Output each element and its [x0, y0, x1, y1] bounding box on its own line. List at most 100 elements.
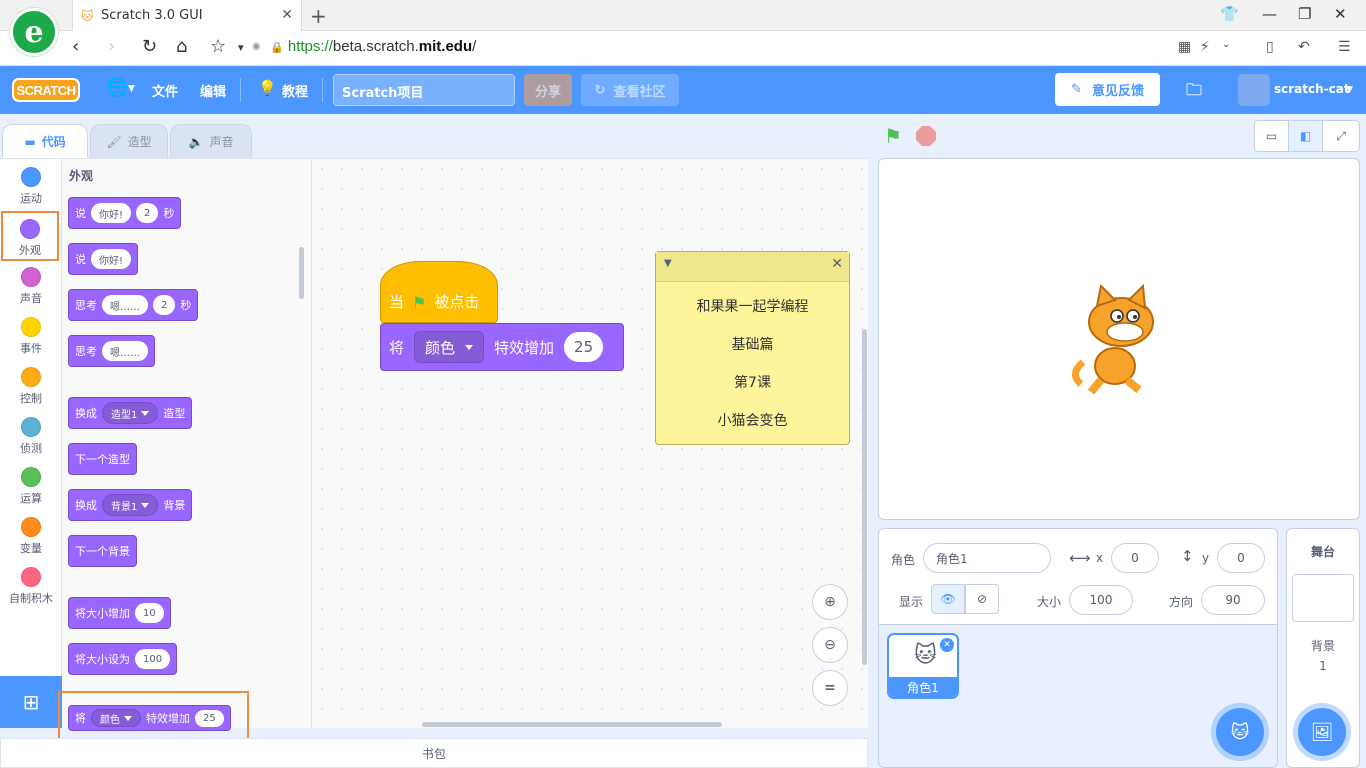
- stage-canvas[interactable]: [878, 158, 1360, 520]
- category-motion[interactable]: 运动: [0, 161, 62, 211]
- restore-icon[interactable]: ❐: [1298, 5, 1311, 23]
- comment-body[interactable]: 和果果一起学编程 基础篇 第7课 小猫会变色: [656, 282, 849, 440]
- sprite-name-input[interactable]: 角色1: [923, 543, 1051, 573]
- block-switch-backdrop[interactable]: 换成 背景1 背景: [68, 489, 193, 521]
- stop-icon[interactable]: [916, 126, 936, 146]
- file-menu[interactable]: 文件: [152, 81, 178, 100]
- block-think-for-secs[interactable]: 思考 嗯…… 2 秒: [68, 289, 199, 321]
- category-events[interactable]: 事件: [0, 311, 62, 361]
- category-looks[interactable]: 外观: [1, 211, 59, 261]
- mode-dropdown-icon[interactable]: ⌄: [1222, 39, 1230, 50]
- favorite-dropdown-icon[interactable]: ▾: [238, 41, 244, 54]
- category-my-blocks[interactable]: 自制积木: [0, 561, 62, 611]
- scratch-cat-sprite[interactable]: [1069, 284, 1169, 394]
- block-change-size[interactable]: 将大小增加 10: [68, 597, 171, 629]
- tutorials-menu[interactable]: 教程: [282, 81, 308, 100]
- my-stuff-folder-icon[interactable]: 🗀: [1186, 79, 1202, 106]
- fullscreen-icon[interactable]: ⤢: [1323, 121, 1359, 151]
- add-extension-button[interactable]: ⊞: [0, 676, 62, 728]
- back-icon[interactable]: ‹: [72, 36, 79, 57]
- small-stage-icon[interactable]: ▭: [1255, 121, 1289, 151]
- language-caret-icon[interactable]: ▼: [128, 84, 135, 94]
- browser-tab[interactable]: 🐱 Scratch 3.0 GUI ✕: [72, 0, 302, 31]
- zoom-in-button[interactable]: ⊕: [812, 584, 848, 620]
- edit-menu[interactable]: 编辑: [200, 81, 226, 100]
- when-flag-clicked-hat-block[interactable]: 当 ⚑ 被点击: [380, 261, 498, 323]
- choose-sprite-button[interactable]: 🐱: [1216, 708, 1264, 756]
- zoom-reset-button[interactable]: =: [812, 670, 848, 706]
- backdrop-dropdown[interactable]: 背景1: [102, 494, 159, 516]
- block-message-input[interactable]: 你好!: [91, 249, 132, 269]
- feedback-button[interactable]: ✎ 意见反馈: [1055, 73, 1160, 106]
- palette-scrollbar[interactable]: [299, 247, 304, 299]
- normal-stage-icon[interactable]: ◧: [1289, 121, 1323, 151]
- tab-costumes[interactable]: 🖌 造型: [90, 124, 168, 158]
- block-message-input[interactable]: 嗯……: [102, 295, 148, 315]
- block-next-backdrop[interactable]: 下一个背景: [68, 535, 137, 567]
- category-operators[interactable]: 运算: [0, 461, 62, 511]
- home-icon[interactable]: ⌂: [176, 36, 187, 57]
- reading-mode-icon[interactable]: ▯: [1266, 39, 1274, 55]
- block-number-input[interactable]: 25: [564, 332, 604, 362]
- category-sensing[interactable]: 侦测: [0, 411, 62, 461]
- effect-dropdown[interactable]: 颜色: [91, 709, 141, 727]
- tab-code[interactable]: ▬ 代码: [2, 124, 88, 158]
- avatar[interactable]: [1238, 74, 1270, 106]
- project-title-input[interactable]: Scratch项目: [333, 74, 515, 106]
- category-variables[interactable]: 变量: [0, 511, 62, 561]
- lightning-icon[interactable]: ⚡: [1200, 39, 1210, 55]
- workspace-horizontal-scrollbar[interactable]: [422, 722, 722, 727]
- reload-icon[interactable]: ↻: [142, 36, 157, 57]
- block-secs-input[interactable]: 2: [136, 203, 159, 223]
- qr-code-icon[interactable]: ▦: [1178, 39, 1191, 55]
- menu-icon[interactable]: ☰: [1338, 39, 1351, 55]
- username[interactable]: scratch-cat: [1274, 82, 1350, 96]
- close-comment-icon[interactable]: ✕: [831, 256, 843, 272]
- favorite-star-icon[interactable]: ☆: [210, 36, 226, 57]
- new-tab-icon[interactable]: +: [310, 4, 327, 28]
- site-info-icon[interactable]: ◉: [252, 41, 261, 52]
- x-input[interactable]: 0: [1111, 543, 1159, 573]
- show-hidden-icon[interactable]: ⊘: [965, 584, 999, 614]
- skin-icon[interactable]: 👕: [1220, 5, 1239, 23]
- block-change-effect[interactable]: 将 颜色 特效增加 25: [68, 705, 231, 731]
- choose-backdrop-button[interactable]: 🖼: [1298, 708, 1346, 756]
- account-caret-icon[interactable]: ▼: [1346, 85, 1353, 95]
- block-number-input[interactable]: 100: [135, 649, 171, 669]
- block-number-input[interactable]: 10: [135, 603, 164, 623]
- change-effect-script-block[interactable]: 将 颜色 特效增加 25: [380, 323, 624, 371]
- block-switch-costume[interactable]: 换成 造型1 造型: [68, 397, 193, 429]
- size-input[interactable]: 100: [1069, 585, 1133, 615]
- direction-input[interactable]: 90: [1201, 585, 1265, 615]
- block-next-costume[interactable]: 下一个造型: [68, 443, 137, 475]
- workspace-vertical-scrollbar[interactable]: [862, 329, 867, 665]
- see-community-button[interactable]: ↻ 查看社区: [581, 74, 679, 106]
- undo-close-icon[interactable]: ↶: [1298, 39, 1310, 55]
- y-input[interactable]: 0: [1217, 543, 1265, 573]
- minimize-icon[interactable]: —: [1262, 5, 1277, 23]
- block-say-for-secs[interactable]: 说 你好! 2 秒: [68, 197, 182, 229]
- backdrop-thumbnail[interactable]: [1292, 574, 1354, 622]
- zoom-out-button[interactable]: ⊖: [812, 627, 848, 663]
- effect-dropdown[interactable]: 颜色: [414, 331, 485, 363]
- block-number-input[interactable]: 25: [195, 709, 224, 727]
- category-sound[interactable]: 声音: [0, 261, 62, 311]
- close-tab-icon[interactable]: ✕: [281, 7, 293, 23]
- block-message-input[interactable]: 你好!: [91, 203, 132, 223]
- block-set-size[interactable]: 将大小设为 100: [68, 643, 178, 675]
- comment-note[interactable]: ▼ ✕ 和果果一起学编程 基础篇 第7课 小猫会变色: [655, 251, 850, 445]
- costume-dropdown[interactable]: 造型1: [102, 402, 159, 424]
- address-bar[interactable]: 🔒 https://beta.scratch.mit.edu/: [270, 38, 476, 55]
- block-secs-input[interactable]: 2: [153, 295, 176, 315]
- language-globe-icon[interactable]: 🌐: [106, 77, 128, 98]
- delete-sprite-icon[interactable]: ✕: [940, 638, 954, 652]
- block-say[interactable]: 说 你好!: [68, 243, 139, 275]
- block-think[interactable]: 思考 嗯……: [68, 335, 155, 367]
- sprite-tile[interactable]: 🐱 ✕ 角色1: [887, 633, 959, 699]
- scratch-logo[interactable]: SCRATCH: [12, 78, 80, 102]
- forward-icon[interactable]: ›: [108, 36, 115, 57]
- code-workspace[interactable]: 当 ⚑ 被点击 将 颜色 特效增加 25 ▼ ✕ 和果果一起学编程 基础篇 第7…: [312, 158, 868, 728]
- backpack-bar[interactable]: 书包: [0, 738, 868, 768]
- show-visible-icon[interactable]: 👁: [931, 584, 965, 614]
- collapse-caret-icon[interactable]: ▼: [664, 258, 672, 269]
